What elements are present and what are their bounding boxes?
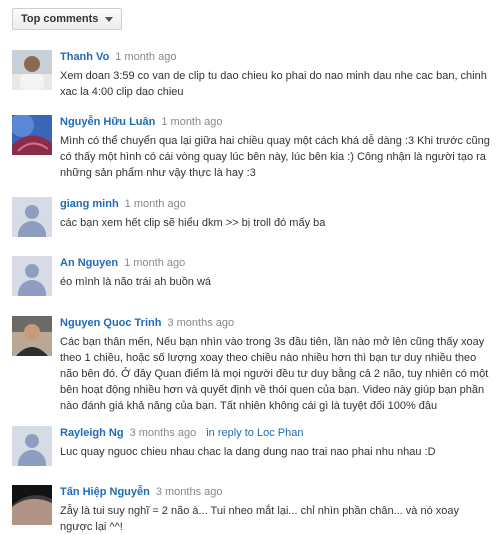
comment-timestamp[interactable]: 3 months ago bbox=[130, 427, 197, 439]
comment-text: éo mình là não trái ah buồn wá bbox=[60, 276, 212, 288]
comment-author-link[interactable]: Thanh Vo bbox=[60, 51, 109, 63]
comment-timestamp[interactable]: 1 month ago bbox=[124, 257, 185, 269]
comment-timestamp[interactable]: 1 month ago bbox=[115, 51, 176, 63]
comment-item: giang minh 1 month ago các bạn xem hết cl… bbox=[12, 197, 492, 237]
comment-text: Mình có thể chuyển qua lại giữa hai chiề… bbox=[60, 135, 490, 179]
comment-item: An Nguyen 1 month ago éo mình là não trái… bbox=[12, 256, 492, 296]
sort-comments-button[interactable]: Top comments bbox=[12, 8, 123, 30]
in-reply-to-link[interactable]: in reply to Loc Phan bbox=[206, 427, 303, 439]
sort-label: Top comments bbox=[21, 13, 99, 25]
avatar[interactable] bbox=[12, 115, 52, 155]
comment-text: Các bạn thân mến, Nếu bạn nhìn vào trong… bbox=[60, 336, 489, 412]
comment-timestamp[interactable]: 3 months ago bbox=[167, 317, 234, 329]
chevron-down-icon bbox=[105, 16, 114, 22]
comment-text: Xem doan 3:59 co van de clip tu dao chie… bbox=[60, 70, 487, 98]
comment-item: Rayleigh Ng 3 months ago in reply to Loc P… bbox=[12, 426, 492, 466]
comment-author-link[interactable]: An Nguyen bbox=[60, 257, 118, 269]
default-avatar-icon[interactable] bbox=[12, 197, 52, 237]
comment-text: Zẫy là tui suy nghĩ = 2 não à... Tui nhe… bbox=[60, 505, 459, 533]
default-avatar-icon[interactable] bbox=[12, 426, 52, 466]
avatar[interactable] bbox=[12, 316, 52, 356]
comment-author-link[interactable]: Tấn Hiệp Nguyễn bbox=[60, 486, 150, 498]
default-avatar-icon[interactable] bbox=[12, 256, 52, 296]
comment-text: Luc quay nguoc chieu nhau chac la dang d… bbox=[60, 446, 436, 458]
comment-timestamp[interactable]: 1 month ago bbox=[125, 198, 186, 210]
comment-text: các bạn xem hết clip sẽ hiểu dkm >> bị t… bbox=[60, 217, 326, 229]
comment-timestamp[interactable]: 3 months ago bbox=[156, 486, 223, 498]
comment-author-link[interactable]: Rayleigh Ng bbox=[60, 427, 124, 439]
avatar[interactable] bbox=[12, 485, 52, 525]
comment-timestamp[interactable]: 1 month ago bbox=[161, 116, 222, 128]
comment-author-link[interactable]: Nguyễn Hữu Luân bbox=[60, 116, 155, 128]
comment-author-link[interactable]: giang minh bbox=[60, 198, 119, 210]
avatar[interactable] bbox=[12, 50, 52, 90]
comment-author-link[interactable]: Nguyen Quoc Trinh bbox=[60, 317, 161, 329]
